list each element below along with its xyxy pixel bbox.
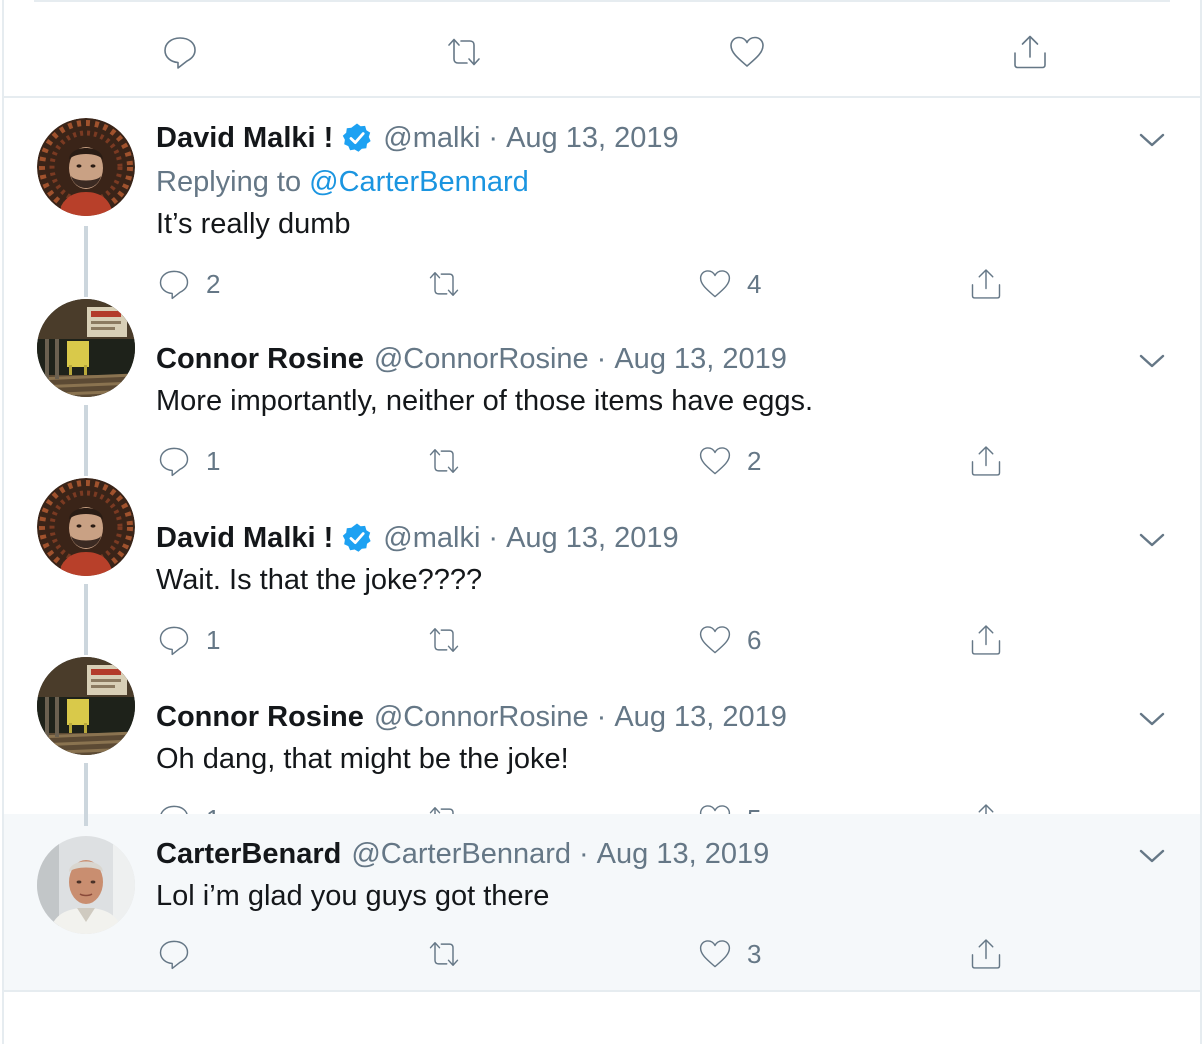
chevron-down-icon [1136,705,1168,733]
tweet-date[interactable]: Aug 13, 2019 [506,120,679,156]
tweet[interactable]: David Malki ! @malki · Aug 13, 2019 Repl… [4,98,1200,277]
conversation-thread: David Malki ! @malki · Aug 13, 2019 Repl… [2,0,1202,1044]
replying-to: Replying to @CarterBennard [156,164,529,200]
avatar[interactable] [37,836,135,934]
tweet-header: David Malki ! @malki · Aug 13, 2019 [156,120,679,156]
separator: · [488,522,499,554]
separator: · [596,343,607,375]
author-name[interactable]: Connor Rosine [156,341,364,377]
tweet-text: It’s really dumb [156,208,351,240]
tweet[interactable]: Connor Rosine @ConnorRosine · Aug 13, 20… [4,635,1200,814]
tweet-action-bar: 3 [156,934,1056,974]
avatar[interactable] [37,299,135,397]
reply-icon [156,936,192,972]
tweet-focused[interactable]: CarterBenard @CarterBennard · Aug 13, 20… [4,814,1200,992]
author-handle[interactable]: @ConnorRosine [374,341,589,377]
reply-button[interactable] [156,934,206,974]
tweet-text: Oh dang, that might be the joke! [156,743,569,775]
thread-connector [84,405,88,456]
tweet-header: Connor Rosine @ConnorRosine · Aug 13, 20… [156,341,787,377]
chevron-down-icon [1136,842,1168,870]
thread-connector [84,226,88,277]
avatar[interactable] [37,478,135,576]
like-count: 3 [747,938,762,969]
tweet-header: Connor Rosine @ConnorRosine · Aug 13, 20… [156,699,787,735]
tweet-menu-button[interactable] [1136,126,1168,154]
tweet-text: Lol i’m glad you guys got there [156,880,550,912]
tweet-date[interactable]: Aug 13, 2019 [506,520,679,556]
author-name[interactable]: Connor Rosine [156,699,364,735]
verified-badge-icon [341,122,373,154]
thread-connector [84,763,88,814]
like-button[interactable]: 3 [697,934,761,974]
chevron-down-icon [1136,126,1168,154]
tweet-menu-button[interactable] [1136,842,1168,870]
main-retweet-button[interactable] [442,30,486,74]
thread-connector [84,277,88,297]
author-handle[interactable]: @malki [383,120,480,156]
tweet-header: David Malki ! @malki · Aug 13, 2019 [156,520,679,556]
thread-connector [84,814,88,826]
author-name[interactable]: CarterBenard [156,836,341,872]
separator: · [579,838,589,870]
thread-connector [84,635,88,655]
author-handle[interactable]: @CarterBennard [351,836,571,872]
tweet[interactable]: Connor Rosine @ConnorRosine · Aug 13, 20… [4,277,1200,456]
separator: · [596,701,607,733]
like-icon [697,936,733,972]
replying-to-link[interactable]: @CarterBennard [309,166,529,198]
tweet-menu-button[interactable] [1136,347,1168,375]
tweet-text: Wait. Is that the joke???? [156,564,483,596]
like-icon [727,32,767,72]
main-like-button[interactable] [725,30,769,74]
share-icon [1010,32,1050,72]
thread-connector [84,456,88,476]
avatar[interactable] [37,657,135,755]
thread-connector [84,584,88,635]
author-name[interactable]: David Malki ! [156,520,333,556]
author-handle[interactable]: @malki [383,520,480,556]
tweet-date[interactable]: Aug 13, 2019 [597,836,770,872]
tweet[interactable]: David Malki ! @malki · Aug 13, 2019 Wait… [4,456,1200,635]
retweet-icon [426,936,462,972]
reply-icon [160,32,200,72]
tweet-date[interactable]: Aug 13, 2019 [614,341,787,377]
divider [4,990,1200,992]
share-button[interactable] [968,934,1004,974]
main-reply-button[interactable] [158,30,202,74]
tweet-menu-button[interactable] [1136,526,1168,554]
chevron-down-icon [1136,526,1168,554]
avatar[interactable] [37,118,135,216]
tweet-text: More importantly, neither of those items… [156,385,814,417]
chevron-down-icon [1136,347,1168,375]
main-tweet-action-bar [4,0,1200,98]
separator: · [488,122,499,154]
author-name[interactable]: David Malki ! [156,120,333,156]
retweet-icon [444,32,484,72]
tweet-menu-button[interactable] [1136,705,1168,733]
main-share-button[interactable] [1008,30,1052,74]
replying-to-label: Replying to [156,166,310,198]
verified-badge-icon [341,522,373,554]
author-handle[interactable]: @ConnorRosine [374,699,589,735]
retweet-button[interactable] [426,934,476,974]
share-icon [968,936,1004,972]
tweet-date[interactable]: Aug 13, 2019 [614,699,787,735]
tweet-header: CarterBenard @CarterBennard · Aug 13, 20… [156,836,769,872]
